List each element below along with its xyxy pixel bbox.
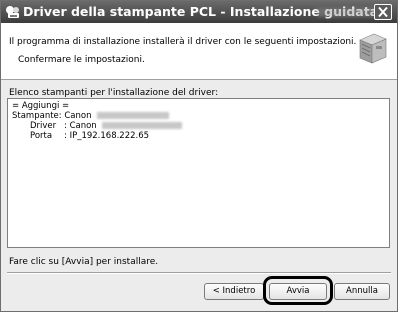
list-port-label: Porta bbox=[30, 131, 53, 141]
footer-instruction: Fare clic su [Avvia] per installare. bbox=[9, 257, 159, 267]
printer-list-box[interactable]: = Aggiungi = Stampante: Canon Driver : C… bbox=[7, 98, 390, 248]
printer-icon bbox=[359, 33, 387, 64]
start-button-highlight bbox=[263, 276, 333, 305]
header-description: Il programma di installazione installerà… bbox=[9, 37, 357, 47]
close-icon bbox=[378, 6, 388, 18]
list-port-value: : IP_192.168.222.65 bbox=[64, 131, 150, 141]
printer-driver-icon bbox=[6, 6, 19, 18]
footer-divider bbox=[7, 272, 391, 274]
back-button[interactable]: < Indietro bbox=[204, 283, 264, 300]
printer-list-label: Elenco stampanti per l'installazione del… bbox=[9, 88, 219, 98]
wizard-header: Il programma di installazione installerà… bbox=[1, 23, 397, 80]
cancel-button[interactable]: Annulla bbox=[334, 283, 390, 300]
driver-name-redacted bbox=[102, 122, 183, 129]
header-instruction: Confermare le impostazioni. bbox=[18, 55, 145, 65]
title-bar[interactable]: Driver della stampante PCL - Installazio… bbox=[1, 1, 397, 23]
list-driver-label: Driver bbox=[30, 121, 57, 131]
installer-window: Driver della stampante PCL - Installazio… bbox=[0, 0, 398, 312]
printer-name-label: Stampante: Canon bbox=[12, 111, 92, 121]
printer-name-redacted bbox=[97, 112, 170, 119]
list-group-heading: = Aggiungi = bbox=[12, 101, 70, 111]
driver-name-value: : Canon bbox=[64, 121, 97, 131]
list-printer-row: Stampante: Canon bbox=[12, 111, 170, 121]
list-driver-row: : Canon bbox=[64, 121, 183, 131]
title-redacted-text bbox=[317, 8, 375, 17]
close-button[interactable] bbox=[374, 4, 392, 20]
